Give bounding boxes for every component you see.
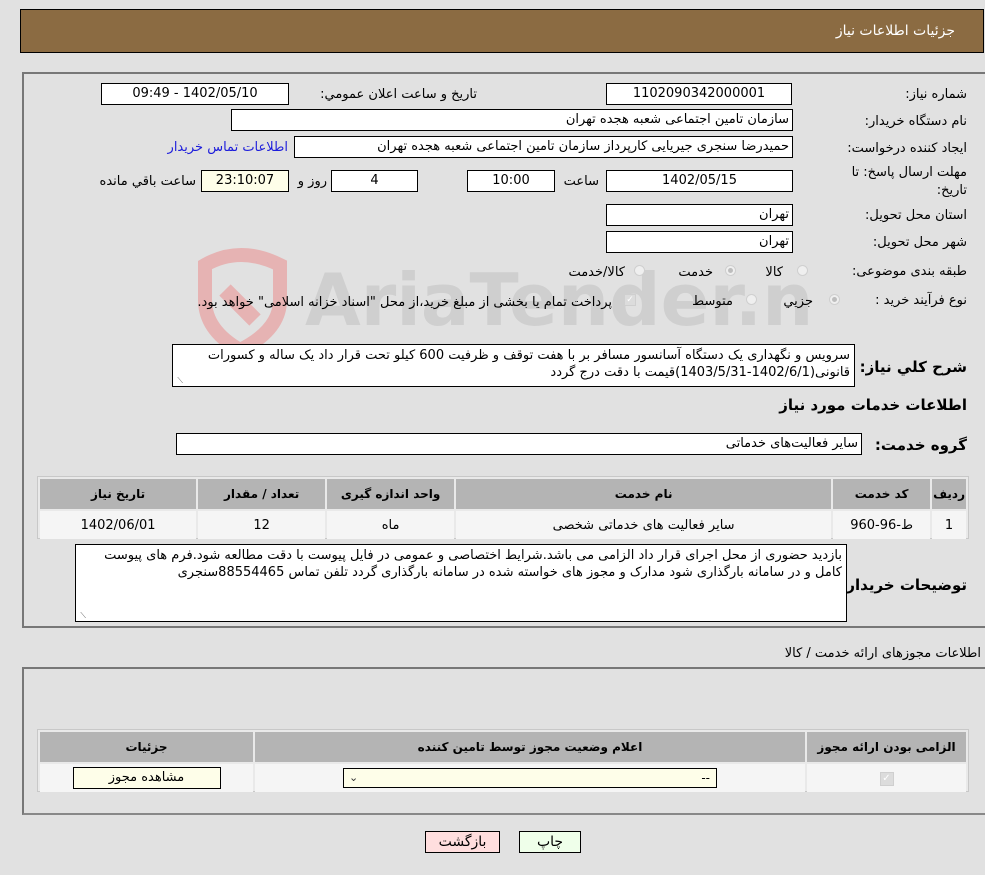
province-field: تهران <box>606 204 793 226</box>
category-option-service: خدمت <box>678 265 713 280</box>
page-header: جزئیات اطلاعات نیاز <box>20 9 984 53</box>
process-option-medium: متوسط <box>692 294 733 309</box>
permits-table-grid: الزامی بودن ارائه مجوز اعلام وضعيت مجوز … <box>38 730 968 794</box>
remaining-days-field: 4 <box>331 170 418 192</box>
col-need-date: تاريخ نياز <box>40 479 197 509</box>
page-title: جزئیات اطلاعات نیاز <box>835 23 955 39</box>
col-permit-status: اعلام وضعيت مجوز توسط تامين کننده <box>255 732 805 762</box>
services-table-grid: رديف کد خدمت نام خدمت واحد اندازه گيری ت… <box>38 477 968 541</box>
city-label: شهر محل تحويل: <box>872 235 967 250</box>
creator-field: حمیدرضا سنجری جیریایی کارپرداز سازمان تا… <box>294 136 793 158</box>
back-button[interactable]: بازگشت <box>425 831 500 853</box>
cell-permit-details: مشاهده مجوز <box>40 764 253 792</box>
need-number-label: شماره نیاز: <box>905 87 967 102</box>
col-permit-required: الزامی بودن ارائه مجوز <box>807 732 966 762</box>
buyer-notes-text: بازدید حضوری از محل اجرای قرار داد الزام… <box>104 548 842 580</box>
print-button[interactable]: چاپ <box>519 831 581 853</box>
description-textarea[interactable]: سرویس و نگهداری یک دستگاه آسانسور مسافر … <box>172 344 855 387</box>
col-permit-details: جزئيات <box>40 732 253 762</box>
category-radio-service[interactable] <box>725 265 736 276</box>
remaining-time-label: ساعت باقي مانده <box>99 174 196 189</box>
category-option-goods: کالا <box>765 265 783 280</box>
permits-table: الزامی بودن ارائه مجوز اعلام وضعيت مجوز … <box>37 729 969 792</box>
announce-date-label: تاریخ و ساعت اعلان عمومي: <box>320 87 477 102</box>
col-service-name: نام خدمت <box>456 479 832 509</box>
chevron-down-icon: ⌄ <box>349 771 359 784</box>
treasury-checkbox[interactable]: ✓ <box>624 294 636 306</box>
buyer-notes-textarea[interactable]: بازدید حضوری از محل اجرای قرار داد الزام… <box>75 544 847 622</box>
table-row: ✓ -- ⌄ مشاهده مجوز <box>40 764 966 792</box>
deadline-time-field: 10:00 <box>467 170 555 192</box>
remaining-time-field: 23:10:07 <box>201 170 289 192</box>
cell-need-date: 1402/06/01 <box>40 511 197 539</box>
buyer-org-field: سازمان تامین اجتماعی شعبه هجده تهران <box>231 109 793 131</box>
province-label: استان محل تحويل: <box>865 208 967 223</box>
deadline-time-label: ساعت <box>563 174 599 189</box>
cell-service-code: ط-96-960 <box>833 511 931 539</box>
deadline-label-line1: مهلت ارسال پاسخ: تا <box>851 165 967 180</box>
permit-status-select[interactable]: -- ⌄ <box>343 768 717 788</box>
cell-unit: ماه <box>327 511 455 539</box>
category-radio-goods[interactable] <box>797 265 808 276</box>
category-label: طبقه بندی موضوعی: <box>851 264 967 279</box>
cell-permit-status: -- ⌄ <box>255 764 805 792</box>
days-label: روز و <box>297 174 327 189</box>
description-text: سرویس و نگهداری یک دستگاه آسانسور مسافر … <box>207 348 850 380</box>
service-group-label: گروه خدمت: <box>874 436 967 454</box>
resize-handle-icon[interactable]: ⟋ <box>175 377 183 385</box>
description-label: شرح كلي نياز: <box>859 358 967 376</box>
buyer-org-label: نام دستگاه خريدار: <box>864 114 967 129</box>
table-row: 1 ط-96-960 سایر فعالیت های خدماتی شخصی م… <box>40 511 966 539</box>
category-option-goods-service: کالا/خدمت <box>568 265 625 280</box>
process-radio-medium[interactable] <box>746 294 757 305</box>
need-number-field: 1102090342000001 <box>606 83 792 105</box>
cell-row-number: 1 <box>932 511 966 539</box>
process-option-minor: جزيي <box>783 294 813 309</box>
deadline-label-line2: تاريخ: <box>936 183 967 198</box>
permit-required-checkbox[interactable]: ✓ <box>879 772 894 786</box>
announce-date-field: 1402/05/10 - 09:49 <box>101 83 289 105</box>
process-radio-minor[interactable] <box>829 294 840 305</box>
permit-status-value: -- <box>701 771 710 785</box>
buyer-notes-label: توضيحات خريدار: <box>840 576 967 594</box>
creator-label: ايجاد كننده درخواست: <box>847 141 967 156</box>
category-radio-goods-service[interactable] <box>634 265 645 276</box>
col-quantity: تعداد / مقدار <box>198 479 326 509</box>
city-field: تهران <box>606 231 793 253</box>
permits-section-title: اطلاعات مجوزهای ارائه خدمت / کالا <box>784 646 981 661</box>
process-label: نوع فرآيند خريد : <box>875 293 967 308</box>
permits-table-header: الزامی بودن ارائه مجوز اعلام وضعيت مجوز … <box>40 732 966 762</box>
col-service-code: کد خدمت <box>833 479 931 509</box>
col-unit: واحد اندازه گيری <box>327 479 455 509</box>
deadline-date-field: 1402/05/15 <box>606 170 793 192</box>
cell-service-name: سایر فعالیت های خدماتی شخصی <box>456 511 832 539</box>
col-row-number: رديف <box>932 479 966 509</box>
service-group-field: سایر فعالیت‌های خدماتی <box>176 433 862 455</box>
services-table: رديف کد خدمت نام خدمت واحد اندازه گيری ت… <box>37 476 969 539</box>
resize-handle-icon[interactable]: ⟋ <box>78 612 86 620</box>
cell-permit-required: ✓ <box>807 764 966 792</box>
services-section-title: اطلاعات خدمات مورد نياز <box>779 396 967 414</box>
services-table-header: رديف کد خدمت نام خدمت واحد اندازه گيری ت… <box>40 479 966 509</box>
treasury-note: پرداخت تمام يا بخشی از مبلغ خريد،از محل … <box>197 295 612 310</box>
buyer-contact-link[interactable]: اطلاعات تماس خريدار <box>168 140 288 155</box>
view-permit-button[interactable]: مشاهده مجوز <box>72 767 221 789</box>
cell-quantity: 12 <box>198 511 326 539</box>
